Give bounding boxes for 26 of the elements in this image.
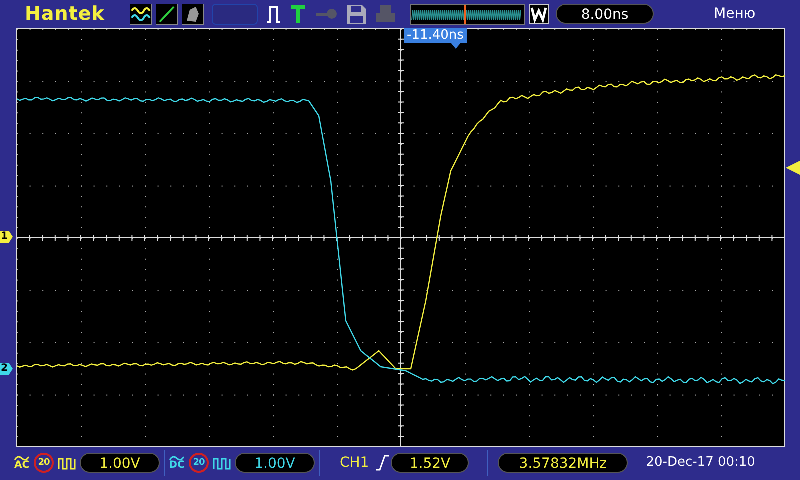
timebase-field[interactable]: 8.00ns — [556, 4, 654, 24]
trigger-level-field[interactable]: 1.52V — [391, 453, 470, 473]
printer-icon — [375, 4, 396, 24]
brand-logo: Hantek — [24, 2, 106, 27]
status-box — [212, 4, 258, 24]
trigger-t-icon[interactable] — [289, 4, 307, 24]
coupling-indicator: AC — [14, 456, 30, 470]
channel-marker: 1 — [0, 231, 13, 243]
bandwidth-limit-icon: 20 — [189, 453, 209, 473]
coupling-indicator: DC — [169, 456, 185, 470]
persistence-icon[interactable] — [182, 4, 204, 24]
trigger-source-label: CH1 — [340, 454, 370, 472]
channel-marker: 2 — [0, 363, 13, 375]
scale-field[interactable]: 1.00V — [80, 453, 160, 473]
date-time-label: 20-Dec-17 00:10 — [646, 454, 756, 472]
rising-edge-icon — [375, 455, 390, 471]
waveform-icon[interactable] — [130, 4, 152, 24]
frequency-field: 3.57832MHz — [498, 453, 628, 473]
xy-mode-icon[interactable] — [156, 4, 178, 24]
pulse-icon[interactable] — [266, 4, 281, 24]
trigger-pointer-icon — [451, 43, 461, 49]
window-zoom-icon[interactable] — [529, 4, 549, 24]
menu-button[interactable]: Меню — [714, 4, 756, 24]
trigger-level-icon — [786, 161, 800, 175]
bandwidth-limit-icon: 20 — [34, 453, 54, 473]
scale-field[interactable]: 1.00V — [235, 453, 315, 473]
